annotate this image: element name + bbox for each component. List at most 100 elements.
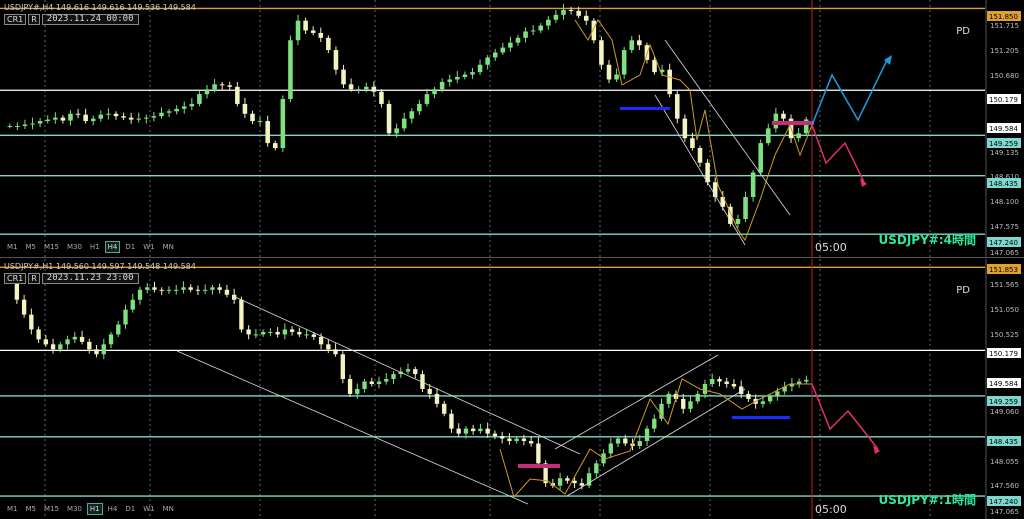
timeframe-button-d1[interactable]: D1: [122, 503, 138, 515]
candle-body: [576, 10, 581, 16]
timeframe-button-m30[interactable]: M30: [64, 503, 85, 515]
timeframe-button-m1[interactable]: M1: [4, 503, 21, 515]
timeframe-button-h4[interactable]: H4: [105, 503, 121, 515]
candle-body: [68, 113, 73, 121]
candle-body: [224, 289, 230, 295]
price-tick-label: 149.060: [990, 408, 1019, 416]
candle-body: [652, 418, 657, 429]
candle-body: [45, 119, 50, 122]
candle-body: [159, 289, 164, 291]
candle-body: [371, 86, 377, 92]
candle-body: [608, 443, 613, 454]
timeframe-button-w1[interactable]: W1: [140, 503, 157, 515]
chart-pane-h4[interactable]: 151.715 151.205 150.680 150.179 149.584 149.2…: [0, 0, 1024, 258]
timeframe-button-h1[interactable]: H1: [87, 241, 103, 253]
candle-body: [442, 403, 447, 414]
candle-body: [101, 344, 106, 355]
candle-body: [599, 40, 604, 65]
candle-body: [21, 299, 27, 315]
candle-body: [528, 441, 534, 444]
timeframe-button-m1[interactable]: M1: [4, 241, 21, 253]
price-tick-label: 149.135: [990, 149, 1019, 157]
candle-body: [376, 381, 382, 385]
cr-tag: CR1: [4, 14, 27, 25]
timeframe-button-m30[interactable]: M30: [64, 241, 85, 253]
timeframe-button-mn[interactable]: MN: [160, 503, 177, 515]
candle-body: [53, 117, 58, 120]
candle-body: [311, 334, 317, 337]
candle-body: [347, 379, 353, 394]
price-tick-label: 151.565: [990, 281, 1019, 289]
candle-body: [341, 69, 346, 85]
pd-label: PD: [956, 285, 970, 296]
candle-body: [606, 64, 612, 80]
candle-body: [217, 287, 222, 290]
candle-body: [710, 379, 715, 385]
timeframe-button-m5[interactable]: M5: [23, 503, 40, 515]
timeframe-button-d1[interactable]: D1: [122, 241, 138, 253]
candle-body: [239, 299, 244, 330]
candle-body: [615, 438, 621, 444]
projection-up: [811, 57, 889, 126]
chart-canvas-h4[interactable]: 151.715 151.205 150.680 150.179 149.584 149.2…: [0, 0, 1024, 257]
candle-body: [413, 369, 418, 375]
candle-body: [614, 74, 619, 80]
candle-body: [265, 121, 270, 144]
candle-body: [688, 401, 693, 409]
candle-body: [681, 398, 686, 409]
timeframe-button-w1[interactable]: W1: [140, 241, 157, 253]
candle-body: [470, 72, 475, 75]
candle-body: [58, 344, 63, 350]
candle-body: [557, 478, 563, 486]
channel-line-upper: [232, 295, 581, 455]
candle-body: [583, 15, 589, 21]
candle-body: [123, 309, 128, 325]
candle-body: [766, 128, 771, 144]
candle-body: [750, 172, 756, 197]
candle-body: [275, 331, 280, 335]
candle-body: [485, 57, 490, 65]
candle-body: [79, 336, 85, 342]
timeframe-button-mn[interactable]: MN: [160, 241, 177, 253]
candle-body: [767, 396, 773, 402]
price-tick-label: 147.575: [990, 223, 1019, 231]
timeframe-button-m15[interactable]: M15: [41, 503, 62, 515]
timeframe-button-m15[interactable]: M15: [41, 241, 62, 253]
candle-body: [471, 428, 476, 432]
candle-body: [561, 9, 566, 15]
candle-body: [432, 89, 437, 95]
candle-body: [212, 84, 217, 90]
candle-body: [629, 40, 635, 51]
chart-pane-h1[interactable]: 151.565 151.050 150.525 150.179 149.584 149.2…: [0, 259, 1024, 519]
candle-body: [242, 103, 248, 114]
candle-body: [355, 388, 360, 394]
candle-body: [181, 106, 187, 109]
price-box-label: 150.179: [989, 350, 1018, 358]
candle-body: [210, 287, 215, 290]
candle-body: [166, 289, 172, 291]
candle-body: [758, 143, 763, 173]
candle-body: [637, 40, 642, 46]
timeframe-button-h4[interactable]: H4: [104, 241, 121, 253]
candle-body: [348, 84, 354, 90]
candle-body: [128, 117, 134, 120]
timeframe-button-h1[interactable]: H1: [86, 503, 103, 515]
candle-body: [492, 433, 498, 437]
candle-body: [594, 463, 599, 474]
candle-body: [500, 47, 506, 53]
timeframe-button-m5[interactable]: M5: [23, 241, 40, 253]
chart-canvas-h1[interactable]: 151.565 151.050 150.525 150.179 149.584 149.2…: [0, 259, 1024, 519]
candle-body: [36, 329, 41, 340]
candle-body: [159, 112, 164, 117]
candle-body: [188, 287, 193, 290]
candle-body: [804, 379, 809, 382]
candle-body: [195, 289, 201, 291]
candle-body: [478, 428, 483, 432]
price-box-label: 149.259: [989, 398, 1018, 406]
pane-title: USDJPY#:4時間: [878, 233, 976, 247]
candle-body: [499, 436, 505, 439]
candle-body: [735, 219, 741, 224]
candle-body: [394, 128, 399, 134]
timeframe-bar: M1 M5 M15 M30 H1 H4 D1 W1 MN: [4, 241, 177, 253]
candle-body: [697, 148, 703, 163]
